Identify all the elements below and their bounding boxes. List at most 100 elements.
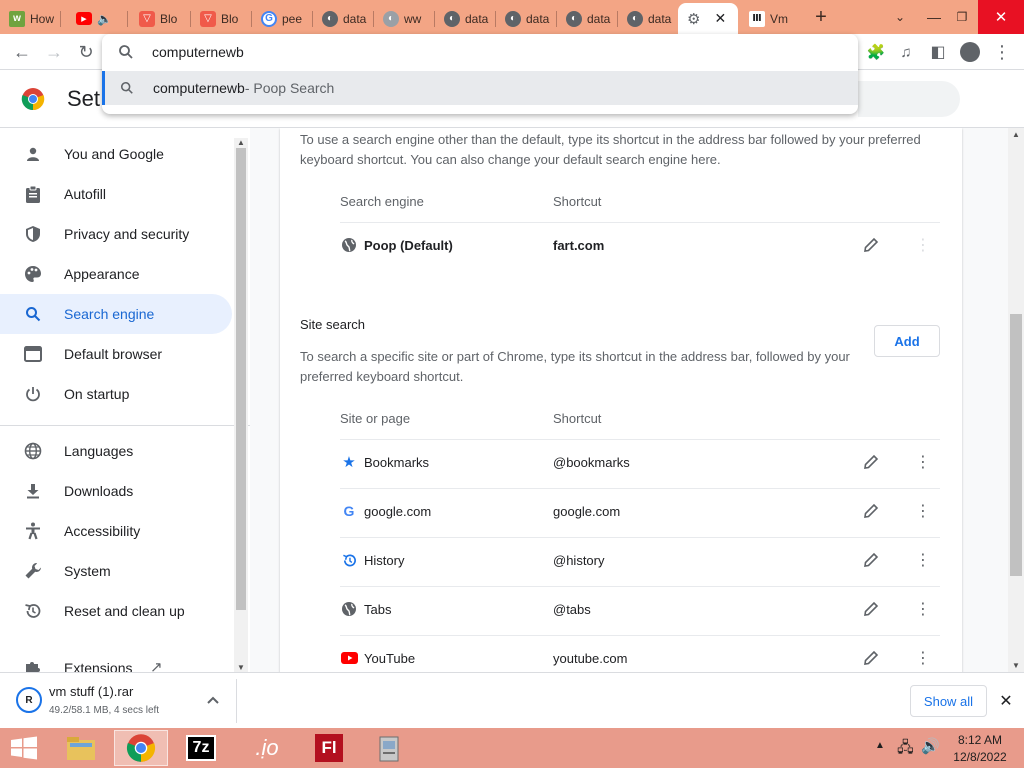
external-link-icon: ↗ [150, 659, 163, 672]
sidebar-item-search-engine[interactable]: Search engine [0, 294, 232, 334]
tab-6[interactable]: ◐ ww [374, 3, 435, 34]
sidebar-item-reset[interactable]: Reset and clean up [0, 591, 232, 631]
tab-2[interactable]: ▽ Blo [130, 3, 191, 34]
tab-vm[interactable]: Ⅲ Vm [740, 3, 798, 34]
taskbar-chrome[interactable] [114, 730, 168, 766]
globe-icon: ◐ [322, 10, 338, 27]
more-actions-icon[interactable]: ⋮ [912, 451, 934, 473]
sidebar-item-system[interactable]: System [0, 551, 232, 591]
more-actions-icon[interactable]: ⋮ [912, 598, 934, 620]
more-actions-icon[interactable]: ⋮ [912, 500, 934, 522]
back-button[interactable]: ← [8, 38, 36, 66]
menu-kebab-icon[interactable]: ⋮ [988, 38, 1016, 66]
tab-8[interactable]: ◐ data [496, 3, 557, 34]
taskbar-explorer[interactable] [54, 730, 108, 766]
edit-pencil-icon[interactable] [860, 234, 882, 256]
edit-pencil-icon[interactable] [860, 500, 882, 522]
tab-9[interactable]: ◐ data [557, 3, 618, 34]
edit-pencil-icon[interactable] [860, 451, 882, 473]
chevron-up-icon[interactable] [204, 691, 222, 709]
sidebar-item-default-browser[interactable]: Default browser [0, 334, 232, 374]
tab-10[interactable]: ◐ data [618, 3, 679, 34]
sidebar-item-autofill[interactable]: Autofill [0, 174, 232, 214]
show-hidden-icons[interactable]: ▲ [875, 740, 885, 751]
tab-5[interactable]: ◐ data [313, 3, 374, 34]
sidebar-item-accessibility[interactable]: Accessibility [0, 511, 232, 551]
youtube-icon [340, 649, 358, 667]
tab-title: data [343, 11, 367, 26]
address-bar-input[interactable] [152, 42, 832, 62]
rar-file-icon[interactable]: R [16, 687, 42, 713]
sidebar-item-downloads[interactable]: Downloads [0, 471, 232, 511]
site-name: History [364, 553, 405, 568]
sidebar-item-label: On startup [64, 386, 130, 402]
close-download-shelf-icon[interactable]: ✕ [994, 689, 1018, 713]
side-panel-icon[interactable]: ◧ [924, 38, 952, 66]
sidebar-scrollbar-thumb[interactable] [236, 148, 246, 610]
column-header-shortcut: Shortcut [553, 194, 602, 209]
download-shelf: R vm stuff (1).rar 49.2/58.1 MB, 4 secs … [0, 672, 1024, 728]
tab-settings-active[interactable]: ⚙ ✕ [678, 3, 738, 34]
clock-date[interactable]: 12/8/2022 [948, 750, 1012, 764]
more-actions-icon[interactable]: ⋮ [912, 647, 934, 669]
speaker-icon[interactable]: 🔈 [97, 12, 112, 26]
omnibox-suggestion[interactable]: computernewb - Poop Search [102, 71, 858, 105]
sidebar-item-on-startup[interactable]: On startup [0, 374, 232, 414]
add-site-search-button[interactable]: Add [874, 325, 940, 357]
site-row-google: G google.com google.com ⋮ [340, 488, 940, 536]
sidebar-item-extensions[interactable]: Extensions ↗ [0, 648, 232, 672]
tab-search-chevron-icon[interactable]: ⌄ [886, 0, 914, 34]
tab-7[interactable]: ◐ data [435, 3, 496, 34]
restore-button[interactable]: ❐ [950, 0, 974, 34]
download-filename[interactable]: vm stuff (1).rar [49, 684, 133, 699]
palette-icon [22, 264, 44, 284]
forward-button[interactable]: → [40, 38, 68, 66]
window-close-button[interactable]: ✕ [978, 0, 1024, 34]
sidebar-item-label: Default browser [64, 346, 163, 362]
minimize-button[interactable]: — [920, 0, 948, 34]
tab-1[interactable]: ▶ 🔈 [67, 3, 128, 34]
sidebar-item-label: Downloads [64, 483, 134, 499]
settings-search-input[interactable] [858, 81, 960, 117]
bank-icon: Ⅲ [749, 10, 765, 27]
reload-button[interactable]: ↻ [72, 38, 100, 66]
taskbar-7zip[interactable]: 7z [174, 730, 228, 766]
tab-title: data [465, 11, 489, 26]
clock-time[interactable]: 8:12 AM [948, 733, 1012, 747]
sidebar-scrollbar[interactable]: ▲ ▼ [234, 138, 248, 672]
tab-0[interactable]: w How [0, 3, 61, 34]
new-tab-button[interactable]: + [806, 0, 836, 34]
tab-close-button[interactable]: ✕ [714, 10, 726, 27]
sidebar-item-label: Autofill [64, 186, 107, 202]
download-status: 49.2/58.1 MB, 4 secs left [49, 705, 160, 716]
start-button[interactable] [0, 730, 48, 766]
sidebar-item-privacy[interactable]: Privacy and security [0, 214, 232, 254]
main-scrollbar-thumb[interactable] [1010, 314, 1022, 576]
tab-4[interactable]: G pee [252, 3, 313, 34]
profile-avatar[interactable] [956, 38, 984, 66]
more-actions-icon[interactable]: ⋮ [912, 549, 934, 571]
globe-icon: ◐ [444, 10, 460, 27]
extensions-puzzle-icon[interactable]: 🧩 [862, 38, 890, 66]
sidebar-item-you-and-google[interactable]: You and Google [0, 134, 232, 174]
network-icon[interactable]: 🖧 [897, 737, 914, 762]
power-icon [22, 384, 44, 404]
tab-3[interactable]: ▽ Blo [191, 3, 252, 34]
site-shortcut: google.com [553, 504, 621, 519]
media-controls-icon[interactable]: ♫ [892, 38, 920, 66]
taskbar-java[interactable]: .ịo [240, 730, 294, 766]
volume-icon[interactable]: 🔊 [921, 737, 940, 755]
edit-pencil-icon[interactable] [860, 549, 882, 571]
edit-pencil-icon[interactable] [860, 598, 882, 620]
show-all-downloads-button[interactable]: Show all [910, 685, 987, 717]
edit-pencil-icon[interactable] [860, 647, 882, 669]
globe-icon [340, 600, 358, 618]
taskbar-installer[interactable] [362, 730, 416, 766]
brave-icon: ▽ [139, 10, 155, 27]
sidebar-item-languages[interactable]: Languages [0, 431, 232, 471]
main-scrollbar[interactable]: ▲ ▼ [1008, 128, 1024, 672]
globe-icon: ◐ [505, 10, 521, 27]
more-actions-icon[interactable]: ⋮ [912, 234, 934, 256]
sidebar-item-appearance[interactable]: Appearance [0, 254, 232, 294]
taskbar-flash[interactable]: Fl [302, 730, 356, 766]
